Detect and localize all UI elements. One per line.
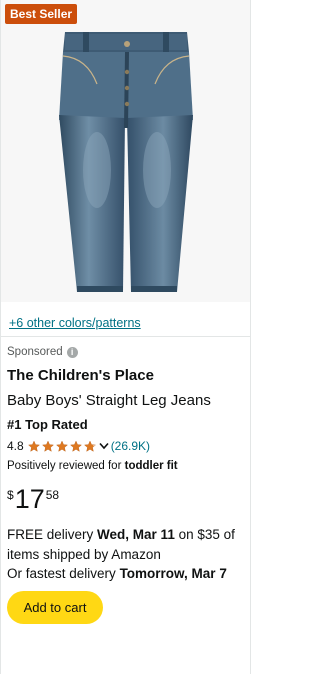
reviewed-term: toddler fit	[124, 460, 178, 472]
star-icon	[55, 440, 68, 452]
top-rated-label: #1 Top Rated	[7, 417, 88, 432]
sponsored-label: Sponsored i	[7, 346, 78, 358]
price[interactable]: $ 17 58	[7, 484, 59, 514]
price-symbol: $	[7, 488, 14, 502]
star-icon	[41, 440, 54, 452]
star-icon	[27, 440, 40, 452]
review-count-link[interactable]: (26.9K)	[111, 439, 150, 453]
reviewed-prefix: Positively reviewed for	[7, 460, 122, 472]
divider	[1, 336, 250, 337]
chevron-down-icon[interactable]	[99, 442, 109, 450]
delivery-prefix: FREE delivery	[7, 527, 94, 542]
delivery-date: Wed, Mar 11	[97, 527, 175, 542]
fastest-delivery-date: Tomorrow, Mar 7	[119, 566, 227, 581]
best-seller-badge: Best Seller	[5, 4, 78, 24]
star-rating[interactable]	[27, 440, 97, 453]
product-image-area[interactable]: Best Seller	[1, 0, 250, 302]
price-whole: 17	[14, 484, 45, 514]
positively-reviewed: Positively reviewed for toddler fit	[7, 460, 178, 472]
other-colors-link[interactable]: +6 other colors/patterns	[9, 316, 141, 330]
info-icon[interactable]: i	[66, 346, 78, 358]
add-to-cart-button[interactable]: Add to cart	[7, 591, 103, 624]
star-icon	[69, 440, 82, 452]
fastest-delivery-prefix: Or fastest delivery	[7, 566, 116, 581]
delivery-info: FREE delivery Wed, Mar 11 on $35 of item…	[7, 525, 247, 584]
product-image[interactable]	[1, 0, 252, 302]
sponsored-text: Sponsored	[7, 346, 63, 358]
brand-name: The Children's Place	[7, 367, 154, 384]
star-icon	[83, 440, 96, 452]
product-card: Best Seller +6 other colors/patterns Spo…	[0, 0, 251, 674]
product-title[interactable]: Baby Boys' Straight Leg Jeans	[7, 392, 211, 409]
rating-row: 4.8 (26.9K)	[7, 439, 150, 453]
rating-value: 4.8	[7, 439, 24, 453]
price-fraction: 58	[45, 488, 60, 502]
